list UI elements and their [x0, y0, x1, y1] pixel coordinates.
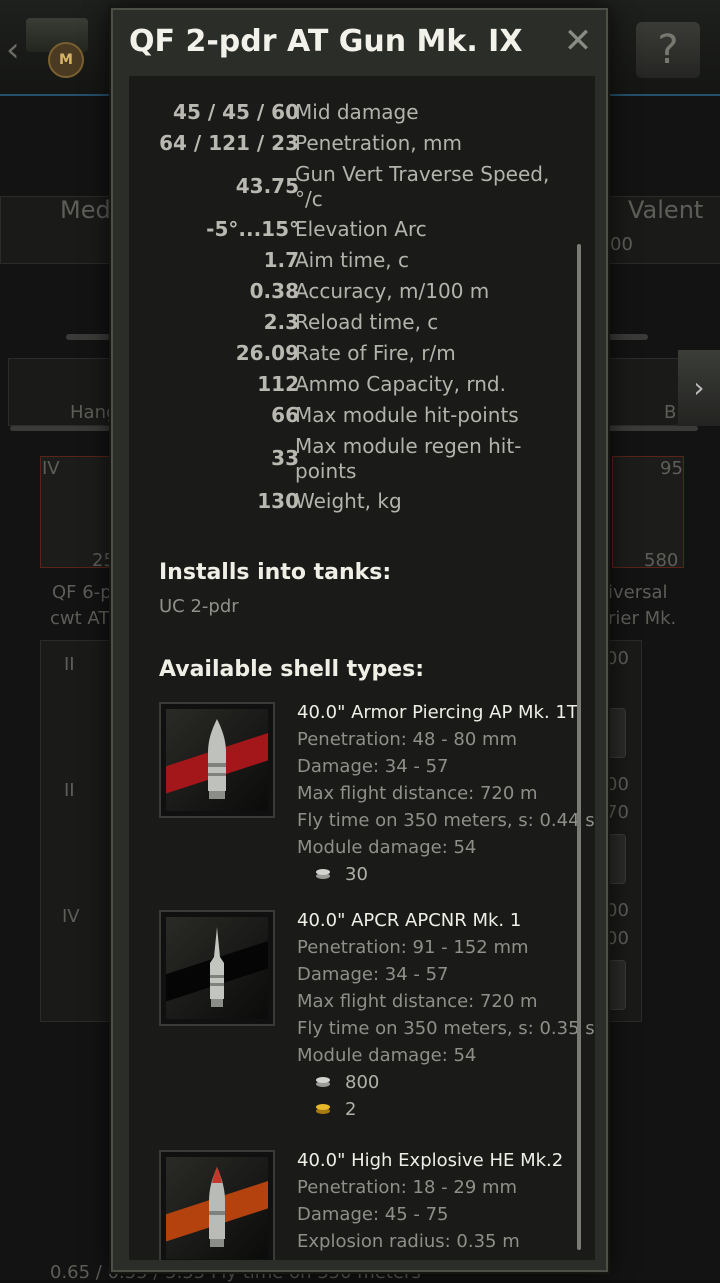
row-button[interactable]	[608, 960, 626, 1010]
stat-value: 43.75	[235, 174, 299, 198]
right-tab-sub: 00	[610, 234, 633, 255]
shells-heading: Available shell types:	[159, 657, 425, 682]
gold-price-value: 2	[345, 1099, 357, 1120]
next-arrow-icon[interactable]: ›	[678, 350, 720, 426]
mastery-badge-icon: M	[48, 42, 84, 78]
shell-stat: Penetration: 91 - 152 mm	[297, 937, 529, 958]
right-tab-label: Valent	[628, 196, 704, 224]
shell-stat: Max flight distance: 720 m	[297, 991, 538, 1012]
shell-stat: Fly time on 350 meters, s: 0.35 s	[297, 1018, 595, 1039]
shell-stat: Damage: 34 - 57	[297, 964, 449, 985]
row-button[interactable]	[608, 708, 626, 758]
module-name: iversal	[608, 582, 668, 603]
stat-value: 0.38	[249, 279, 299, 303]
stat-label: Aim time, c	[295, 248, 409, 272]
shell-item-ap: 40.0" Armor Piercing AP Mk. 1T Penetrati…	[159, 702, 595, 902]
row-tier: IV	[62, 906, 80, 927]
row-number: 00	[606, 648, 629, 669]
silver-coin-icon	[316, 869, 330, 879]
module-stars: 95	[660, 458, 683, 479]
shell-item-apcr: 40.0" APCR APCNR Mk. 1 Penetration: 91 -…	[159, 910, 595, 1140]
stat-value: 26.09	[235, 341, 299, 365]
gold-coin-icon	[316, 1104, 330, 1114]
installs-tank-name: UC 2-pdr	[159, 596, 239, 617]
stat-label: Mid damage	[295, 100, 419, 124]
stat-label: Penetration, mm	[295, 131, 462, 155]
shell-ap-image	[159, 702, 275, 818]
shell-apcr-image	[159, 910, 275, 1026]
stat-label: Max module regen hit-points	[295, 434, 522, 483]
shell-stat: Explosion radius: 0.35 m	[297, 1231, 520, 1252]
shell-stat: Max flight distance: 720 m	[297, 783, 538, 804]
dialog-content[interactable]: 45 / 45 / 60 Mid damage 64 / 121 / 23 Pe…	[129, 76, 595, 1260]
stat-label: Gun Vert Traverse Speed, °/c	[295, 162, 550, 211]
module-info-dialog: QF 2-pdr AT Gun Mk. IX ✕ 45 / 45 / 60 Mi…	[111, 8, 608, 1272]
row-tier: II	[64, 780, 75, 801]
close-icon[interactable]: ✕	[563, 24, 593, 58]
silver-price-value: 30	[345, 864, 368, 885]
divider	[608, 426, 698, 431]
stat-value: 64 / 121 / 23	[159, 131, 299, 155]
silver-price-value: 800	[345, 1072, 380, 1093]
ap-shell-icon	[208, 719, 226, 799]
shell-stat: Penetration: 48 - 80 mm	[297, 729, 518, 750]
stat-value: 1.7	[263, 248, 299, 272]
row-number: 70	[606, 802, 629, 823]
he-shell-icon	[209, 1167, 225, 1247]
shell-name: 40.0" APCR APCNR Mk. 1	[297, 910, 522, 931]
divider	[66, 334, 110, 340]
stat-label: Elevation Arc	[295, 217, 427, 241]
row-number: 00	[606, 774, 629, 795]
row-number: 00	[606, 928, 629, 949]
shell-stat: Damage: 34 - 57	[297, 756, 449, 777]
right-menu-label: B	[664, 402, 677, 423]
stat-label: Accuracy, m/100 m	[295, 279, 490, 303]
stat-value: 2.3	[263, 310, 299, 334]
shell-stat: Module damage: 54	[297, 1045, 477, 1066]
silver-coin-icon	[316, 1077, 330, 1087]
stat-value: 130	[257, 489, 299, 513]
shell-he-image	[159, 1150, 275, 1260]
module-list-panel	[40, 640, 122, 1022]
shell-item-he: 40.0" High Explosive HE Mk.2 Penetration…	[159, 1150, 595, 1260]
shell-name: 40.0" High Explosive HE Mk.2	[297, 1150, 564, 1171]
row-number: 00	[606, 900, 629, 921]
installs-heading: Installs into tanks:	[159, 560, 392, 585]
divider	[608, 334, 648, 340]
shell-stat: Fly time on 350 meters, s: 0.44 s	[297, 810, 595, 831]
stat-value: 112	[257, 372, 299, 396]
module-name: rier Mk.	[608, 608, 677, 629]
shell-stat: Penetration: 18 - 29 mm	[297, 1177, 518, 1198]
stat-value: 45 / 45 / 60	[173, 100, 299, 124]
shell-stat: Module damage: 54	[297, 837, 477, 858]
stat-label: Rate of Fire, r/m	[295, 341, 456, 365]
stat-label: Reload time, c	[295, 310, 439, 334]
left-tab-label: Med	[60, 196, 111, 224]
module-tier: IV	[42, 458, 60, 479]
apcr-shell-icon	[210, 927, 224, 1007]
row-button[interactable]	[608, 834, 626, 884]
stat-label: Weight, kg	[295, 489, 402, 513]
module-price: 580	[644, 550, 679, 571]
stat-label: Max module hit-points	[295, 403, 519, 427]
shell-stat: Damage: 45 - 75	[297, 1204, 449, 1225]
divider	[10, 426, 110, 431]
help-icon[interactable]: ?	[636, 22, 700, 78]
back-arrow-icon[interactable]: ‹	[6, 30, 20, 70]
module-name: QF 6-p	[52, 582, 112, 603]
dialog-scrollbar[interactable]	[577, 244, 581, 1250]
module-name: cwt AT	[50, 608, 110, 629]
shell-name: 40.0" Armor Piercing AP Mk. 1T	[297, 702, 578, 723]
dialog-title: QF 2-pdr AT Gun Mk. IX	[129, 24, 523, 59]
stat-value: -5°...15°	[206, 217, 299, 241]
row-tier: II	[64, 654, 75, 675]
stat-label: Ammo Capacity, rnd.	[295, 372, 506, 396]
